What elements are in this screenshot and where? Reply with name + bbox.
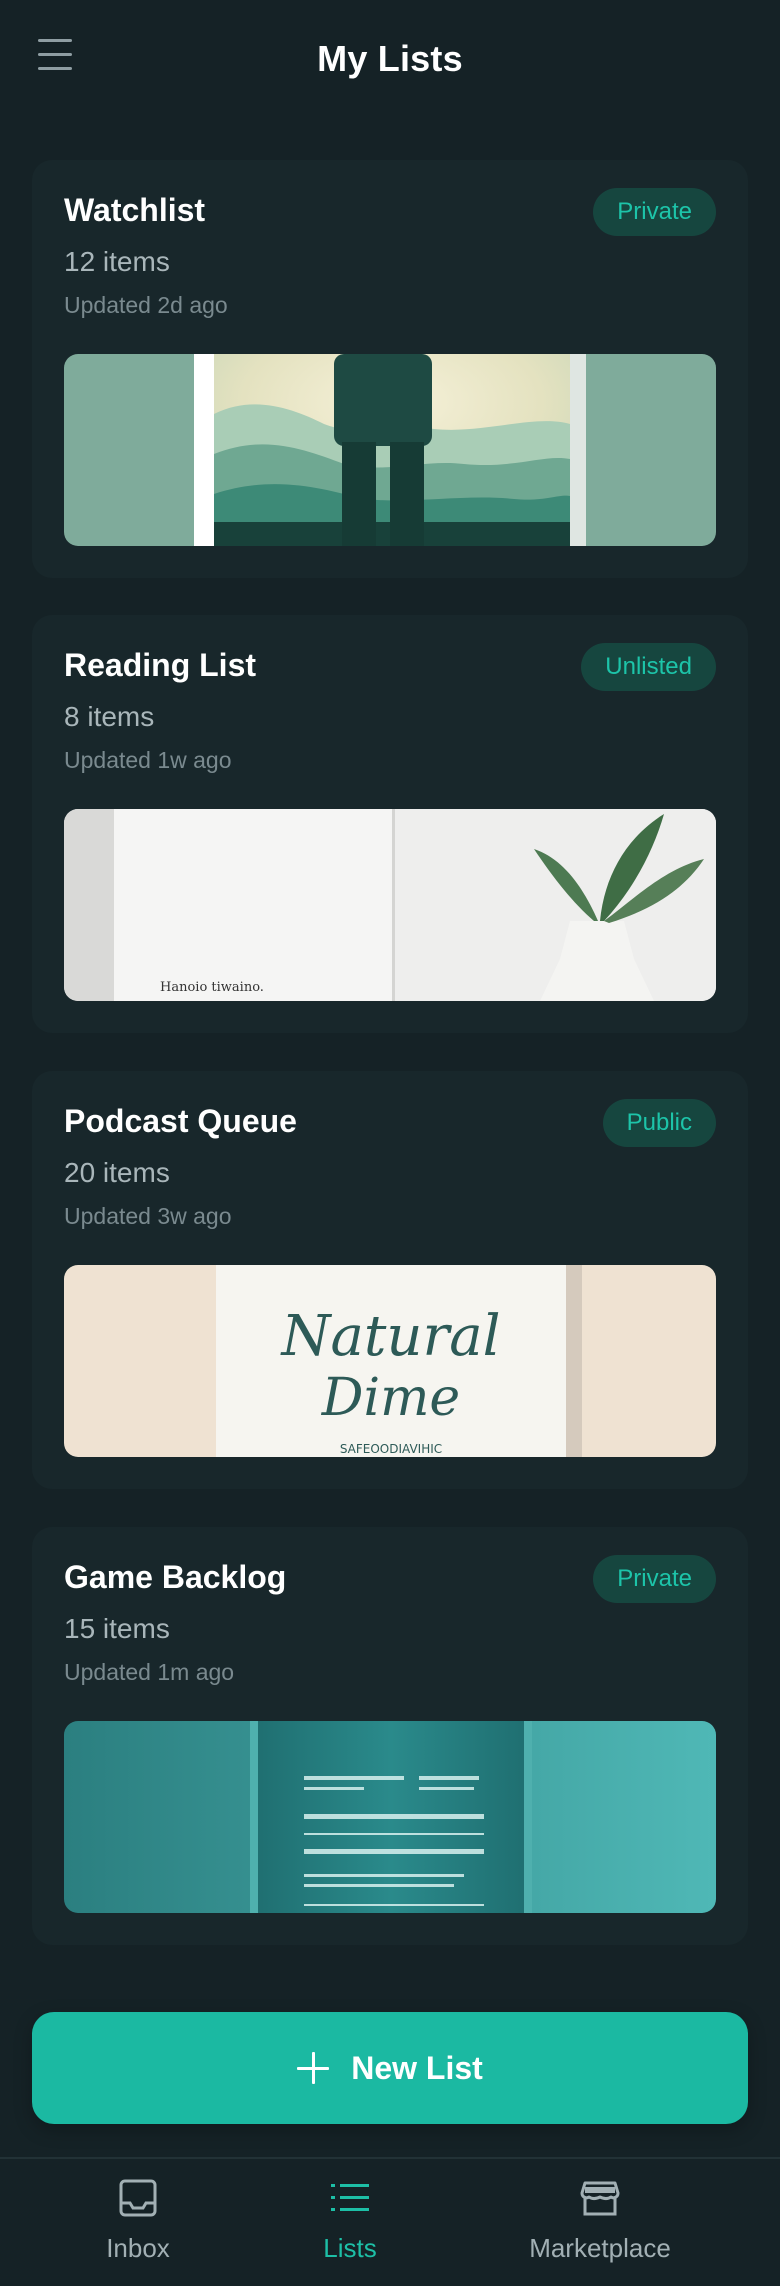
page-title: My Lists (317, 38, 463, 79)
list-card-watchlist[interactable]: Watchlist Private 12 items Updated 2d ag… (32, 160, 748, 578)
list-thumbnail (64, 354, 716, 546)
teal-book-illustration (64, 1721, 716, 1913)
app-header: My Lists (0, 0, 780, 125)
list-card-reading[interactable]: Reading List Unlisted 8 items Updated 1w… (32, 615, 748, 1033)
nav-label: Inbox (106, 2233, 170, 2263)
plus-icon (297, 2052, 330, 2084)
list-title: Watchlist (64, 192, 206, 228)
inbox-icon (119, 2179, 157, 2217)
updated-time: Updated 1w ago (64, 747, 232, 773)
list-title: Reading List (64, 647, 257, 683)
updated-time: Updated 2d ago (64, 292, 228, 318)
nav-item-lists[interactable]: Lists (300, 2177, 400, 2264)
item-count: 8 items (64, 701, 155, 732)
list-title: Podcast Queue (64, 1103, 297, 1139)
bottom-navigation: Inbox Lists Marketplace (0, 2157, 780, 2286)
cover-caption: SAFEOODIAVIHIC (340, 1442, 442, 1456)
cover-title-line1: Natural (279, 1304, 500, 1369)
list-icon (331, 2184, 369, 2211)
list-card-podcast[interactable]: Podcast Queue Public 20 items Updated 3w… (32, 1071, 748, 1489)
new-list-button[interactable]: New List (32, 2012, 748, 2124)
list-card-game-backlog[interactable]: Game Backlog Private 15 items Updated 1m… (32, 1527, 748, 1945)
updated-time: Updated 3w ago (64, 1203, 232, 1229)
item-count: 20 items (64, 1157, 170, 1188)
item-count: 12 items (64, 246, 170, 277)
visibility-badge: Unlisted (581, 643, 716, 691)
list-thumbnail (64, 1721, 716, 1913)
visibility-badge: Public (602, 1099, 716, 1147)
book-caption: Hanoio tiwaino. (160, 980, 264, 995)
nav-label: Marketplace (529, 2233, 671, 2263)
updated-time: Updated 1m ago (64, 1659, 235, 1685)
store-icon (580, 2181, 620, 2216)
item-count: 15 items (64, 1613, 170, 1644)
cover-title-line2: Dime (321, 1368, 460, 1428)
nav-item-inbox[interactable]: Inbox (88, 2177, 188, 2264)
natural-dime-cover-illustration: Natural Dime SAFEOODIAVIHIC (64, 1265, 716, 1457)
list-title: Game Backlog (64, 1559, 287, 1595)
list-thumbnail: Natural Dime SAFEOODIAVIHIC (64, 1265, 716, 1457)
list-thumbnail: Hanoio tiwaino. (64, 809, 716, 1001)
app-screen: My Lists Watchlist Private 12 items Upda… (0, 0, 780, 2286)
nav-item-marketplace[interactable]: Marketplace (500, 2177, 700, 2264)
visibility-badge: Private (593, 188, 716, 236)
nav-label: Lists (323, 2233, 377, 2263)
open-book-plant-illustration: Hanoio tiwaino. (64, 809, 716, 1001)
visibility-badge: Private (593, 1555, 716, 1603)
new-list-label: New List (351, 2049, 483, 2086)
person-landscape-illustration (64, 354, 716, 546)
